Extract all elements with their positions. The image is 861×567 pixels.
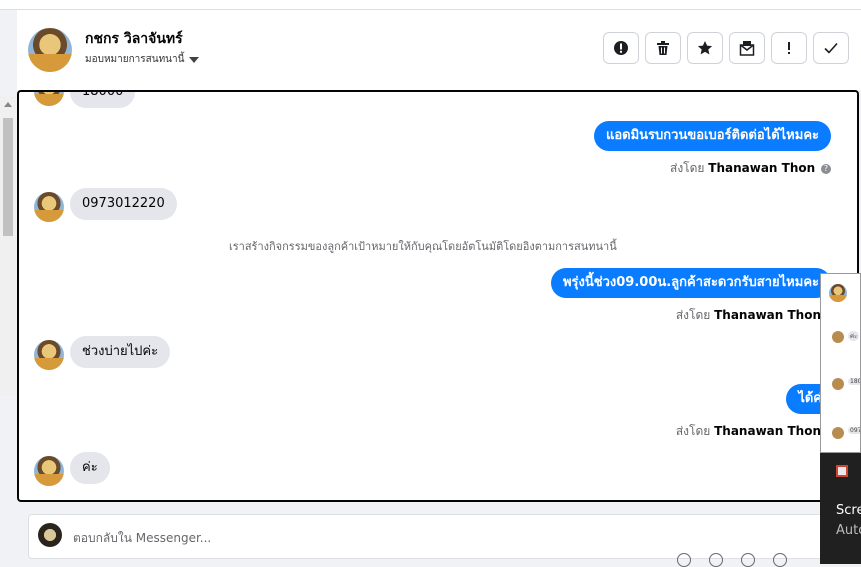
image-icon[interactable] — [741, 553, 755, 567]
delete-button[interactable] — [645, 32, 681, 64]
contact-avatar[interactable] — [28, 28, 72, 72]
sent-by-prefix: ส่งโดย — [675, 308, 711, 322]
message-thread: 18000 แอดมินรบกวนขอเบอร์ติดต่อได้ไหมคะ ส… — [17, 90, 859, 502]
sent-by-label: ส่งโดย Thanawan Thon — [676, 422, 821, 441]
contact-message-avatar — [34, 456, 64, 486]
sent-by-label: ส่งโดย Thanawan Thon ? — [670, 159, 831, 178]
incoming-message: ค่ะ — [70, 452, 110, 484]
scroll-up-arrow-icon[interactable] — [4, 102, 12, 107]
preview-text: ค่ะ — [848, 331, 860, 341]
incoming-message: ช่วงบ่ายไปค่ะ — [70, 336, 171, 368]
mark-unread-button[interactable] — [729, 32, 765, 64]
envelope-icon — [739, 41, 755, 56]
reply-tools — [677, 553, 787, 567]
checkmark-icon — [824, 42, 838, 54]
sender-name: Thanawan Thon — [714, 308, 821, 322]
contact-message-avatar — [34, 92, 64, 106]
contact-message-avatar — [34, 340, 64, 370]
sent-by-prefix: ส่งโดย — [670, 161, 705, 175]
attachment-icon[interactable] — [677, 553, 691, 567]
emoji-icon[interactable] — [773, 553, 787, 567]
priority-button[interactable] — [771, 32, 807, 64]
assign-conversation-dropdown[interactable]: มอบหมายการสนทนานี้ — [85, 52, 200, 67]
snipping-tool-icon — [836, 465, 848, 477]
report-button[interactable] — [603, 32, 639, 64]
notification-title: Scre — [836, 503, 861, 518]
reply-box[interactable]: ตอบกลับใน Messenger... — [28, 514, 828, 567]
screenshot-notification[interactable]: Scre Auto — [820, 453, 861, 564]
sent-by-label: ส่งโดย Thanawan Thon — [676, 306, 821, 325]
conversation-header: กชกร วิลาจันทร์ มอบหมายการสนทนานี้ — [17, 10, 861, 90]
sent-by-prefix: ส่งโดย — [675, 424, 711, 438]
conversation-scrollbar[interactable] — [0, 96, 16, 396]
caret-down-icon — [189, 56, 200, 63]
preview-avatar — [829, 284, 847, 302]
incoming-message: 18000 — [70, 92, 136, 108]
exclamation-icon — [788, 42, 790, 54]
preview-text: 097 — [848, 427, 860, 434]
outgoing-message: แอดมินรบกวนขอเบอร์ติดต่อได้ไหมคะ — [593, 121, 831, 151]
sender-name: Thanawan Thon — [708, 161, 816, 175]
taskbar-thumbnail-preview[interactable]: ค่ะ 180 097 — [820, 273, 861, 453]
contact-name[interactable]: กชกร วิลาจันทร์ — [85, 28, 183, 50]
preview-avatar-small — [832, 331, 844, 343]
preview-avatar-small — [832, 378, 844, 390]
top-bar — [0, 0, 861, 10]
page-avatar — [38, 523, 62, 547]
scrollbar-thumb[interactable] — [3, 118, 13, 236]
alert-circle-icon — [614, 41, 628, 55]
system-notice: เราสร้างกิจกรรมของลูกค้าเป้าหมายให้กับคุ… — [229, 240, 617, 253]
help-icon[interactable]: ? — [821, 163, 831, 174]
preview-avatar-small — [832, 427, 844, 439]
link-icon[interactable] — [709, 553, 723, 567]
star-button[interactable] — [687, 32, 723, 64]
header-actions — [603, 32, 849, 64]
reply-input[interactable]: ตอบกลับใน Messenger... — [73, 529, 211, 548]
done-button[interactable] — [813, 32, 849, 64]
sender-name: Thanawan Thon — [714, 424, 821, 438]
notification-subtitle: Auto — [836, 523, 861, 538]
preview-text: 180 — [848, 378, 860, 385]
contact-message-avatar — [34, 192, 64, 222]
star-icon — [697, 41, 713, 55]
assign-label: มอบหมายการสนทนานี้ — [85, 54, 185, 65]
trash-icon — [657, 41, 669, 55]
incoming-message: 0973012220 — [70, 188, 177, 220]
outgoing-message: พรุ่งนี้ช่วง09.00น.ลูกค้าสะดวกรับสายไหมค… — [550, 268, 831, 298]
